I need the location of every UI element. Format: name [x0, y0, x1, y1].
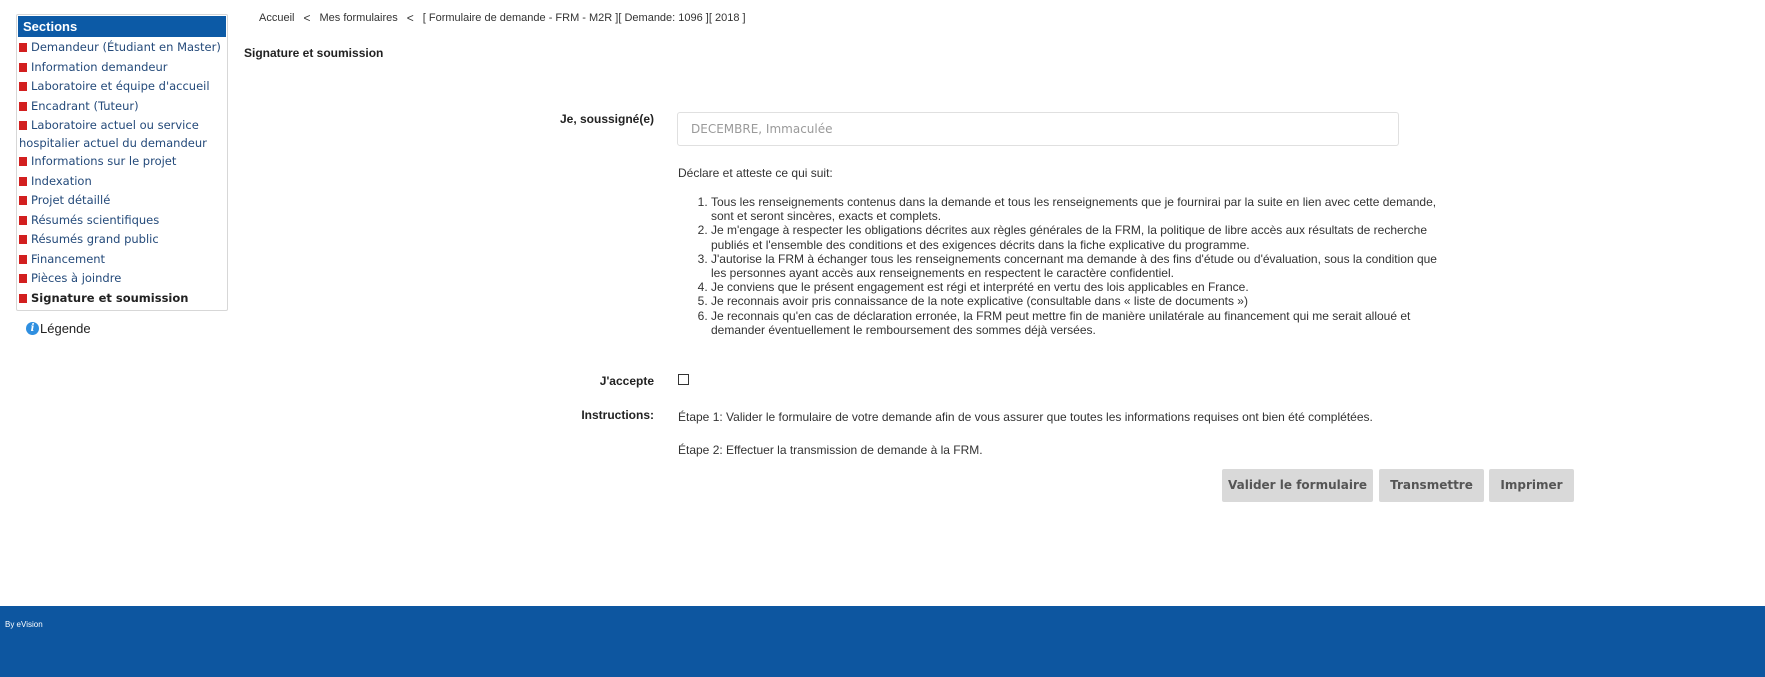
status-square-icon	[19, 274, 27, 283]
sidebar-header: Sections	[18, 16, 226, 37]
chevron-left-icon: <	[406, 11, 414, 25]
validate-form-button[interactable]: Valider le formulaire	[1222, 469, 1373, 502]
sidebar-item-information-demandeur[interactable]: Information demandeur	[17, 58, 227, 78]
signer-name-field[interactable]: DECEMBRE, Immaculée	[677, 112, 1399, 146]
legend-label: Légende	[40, 321, 91, 336]
instructions-label: Instructions:	[581, 408, 654, 422]
breadcrumb-forms[interactable]: Mes formulaires	[319, 12, 397, 24]
sidebar-item-pieces-a-joindre[interactable]: Pièces à joindre	[17, 269, 227, 289]
status-square-icon	[19, 62, 27, 72]
status-square-icon	[19, 176, 27, 186]
sidebar-item-demandeur[interactable]: Demandeur (Étudiant en Master)	[17, 38, 227, 58]
print-button[interactable]: Imprimer	[1489, 469, 1574, 502]
accept-checkbox[interactable]	[678, 374, 689, 385]
sidebar-item-laboratoire-accueil[interactable]: Laboratoire et équipe d'accueil	[17, 77, 227, 97]
sidebar-item-indexation[interactable]: Indexation	[17, 172, 227, 192]
status-square-icon	[19, 215, 27, 225]
declaration-item: Je m'engage à respecter les obligations …	[711, 223, 1446, 251]
status-square-icon	[19, 157, 27, 166]
declarations-list: Tous les renseignements contenus dans la…	[678, 195, 1446, 337]
declaration-item: Tous les renseignements contenus dans la…	[711, 195, 1446, 223]
status-square-icon	[19, 235, 27, 244]
legend-link[interactable]: i Légende	[26, 321, 91, 336]
sidebar-item-encadrant[interactable]: Encadrant (Tuteur)	[17, 97, 227, 117]
sidebar-item-signature[interactable]: Signature et soumission	[17, 289, 227, 309]
breadcrumb-current: [ Formulaire de demande - FRM - M2R ][ D…	[422, 12, 746, 24]
sections-list: Demandeur (Étudiant en Master) Informati…	[17, 38, 227, 308]
status-square-icon	[19, 254, 27, 264]
declaration-item: Je conviens que le présent engagement es…	[711, 280, 1446, 294]
sections-sidebar: Sections Demandeur (Étudiant en Master) …	[16, 14, 228, 311]
sidebar-item-financement[interactable]: Financement	[17, 250, 227, 270]
transmit-button[interactable]: Transmettre	[1379, 469, 1484, 502]
sidebar-item-resumes-scientifiques[interactable]: Résumés scientifiques	[17, 211, 227, 231]
declaration-item: Je reconnais qu'en cas de déclaration er…	[711, 309, 1446, 337]
sidebar-item-projet-detaille[interactable]: Projet détaillé	[17, 191, 227, 211]
info-icon: i	[26, 322, 39, 335]
footer: By eVision	[0, 606, 1765, 677]
declaration-item: Je reconnais avoir pris connaissance de …	[711, 294, 1446, 308]
signer-label: Je, soussigné(e)	[559, 112, 654, 126]
page-title: Signature et soumission	[244, 46, 384, 60]
declaration-item: J'autorise la FRM à échanger tous les re…	[711, 252, 1446, 280]
status-square-icon	[19, 293, 27, 303]
accept-label: J'accepte	[599, 374, 654, 388]
sidebar-item-informations-projet[interactable]: Informations sur le projet	[17, 152, 227, 172]
chevron-left-icon: <	[303, 11, 311, 25]
instruction-step-2: Étape 2: Effectuer la transmission de de…	[678, 443, 983, 457]
sidebar-item-resumes-grand-public[interactable]: Résumés grand public	[17, 230, 227, 250]
status-square-icon	[19, 82, 27, 91]
declare-intro: Déclare et atteste ce qui suit:	[678, 166, 833, 180]
status-square-icon	[19, 101, 27, 111]
status-square-icon	[19, 121, 27, 130]
breadcrumb: Accueil < Mes formulaires < [ Formulaire…	[259, 11, 746, 25]
sidebar-item-laboratoire-actuel[interactable]: Laboratoire actuel ou service hospitalie…	[17, 116, 227, 152]
status-square-icon	[19, 43, 27, 52]
footer-credit: By eVision	[5, 620, 43, 629]
instruction-step-1: Étape 1: Valider le formulaire de votre …	[678, 410, 1373, 424]
breadcrumb-home[interactable]: Accueil	[259, 12, 294, 24]
status-square-icon	[19, 196, 27, 205]
